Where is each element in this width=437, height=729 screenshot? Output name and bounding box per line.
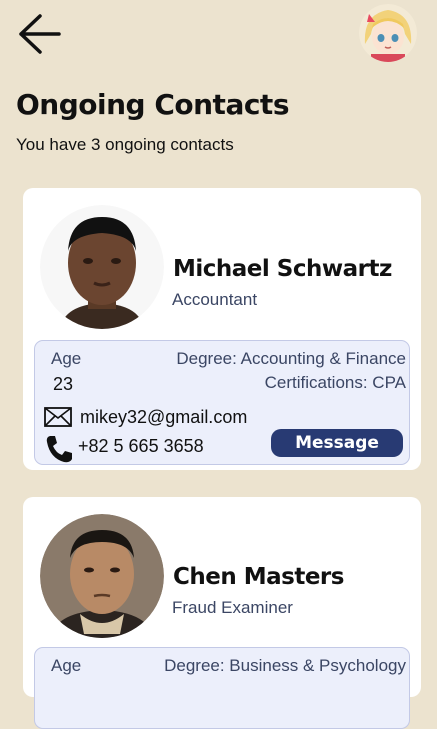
contact-card[interactable]: Chen Masters Fraud Examiner Age Degree: … [23,497,421,729]
contact-photo [40,514,164,638]
mail-icon [44,407,72,427]
degree-text: Degree: Business & Psychology [164,656,406,675]
contact-role: Accountant [172,290,258,309]
email-text[interactable]: mikey32@gmail.com [80,407,247,428]
age-label: Age [51,349,82,368]
arrow-left-icon [19,14,61,54]
contact-role: Fraud Examiner [172,598,293,617]
contact-name: Michael Schwartz [173,256,392,282]
user-avatar-anime-icon [359,4,417,62]
age-value: 23 [53,374,74,394]
user-avatar[interactable] [359,4,417,62]
page-title: Ongoing Contacts [16,88,289,121]
contact-card[interactable]: Michael Schwartz Accountant Age 23 Degre… [23,188,421,470]
top-bar [0,0,437,70]
contact-name: Chen Masters [173,564,344,590]
page-subtitle: You have 3 ongoing contacts [16,135,234,154]
back-button[interactable] [16,12,64,56]
phone-text[interactable]: +82 5 665 3658 [78,436,204,457]
message-button[interactable]: Message [271,429,403,457]
contact-photo [40,205,164,329]
person-portrait-icon [40,205,164,329]
degree-text: Degree: Accounting & Finance [176,349,406,368]
person-portrait-icon [40,514,164,638]
contact-details: Age Degree: Business & Psychology [34,647,410,729]
contact-details: Age 23 Degree: Accounting & Finance Cert… [34,340,410,465]
age-label: Age [51,656,82,675]
certifications-text: Certifications: CPA [264,373,406,392]
phone-icon [46,436,72,463]
